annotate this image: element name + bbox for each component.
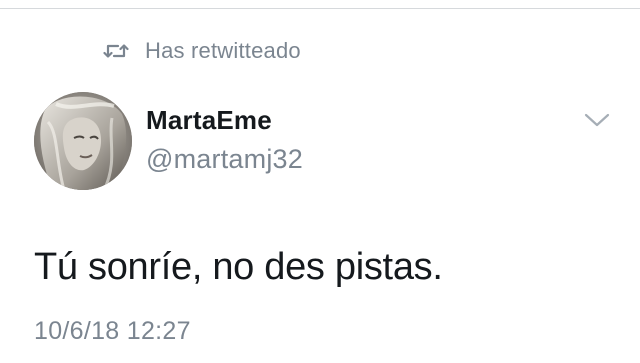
- chevron-down-icon[interactable]: [582, 110, 612, 130]
- retweet-label: Has retwitteado: [145, 38, 301, 63]
- avatar[interactable]: [34, 92, 132, 190]
- avatar-photo: [34, 92, 132, 190]
- top-divider: [0, 8, 640, 9]
- author-handle[interactable]: @martamj32: [146, 144, 303, 175]
- retweet-icon: [103, 44, 129, 58]
- tweet-timestamp[interactable]: 10/6/18 12:27: [34, 317, 191, 346]
- tweet-screen: Has retwitteado MartaEme @martamj32 Tú s…: [0, 0, 640, 363]
- author-display-name[interactable]: MartaEme: [146, 105, 272, 136]
- retweet-context: Has retwitteado: [103, 36, 301, 66]
- tweet-text: Tú sonríe, no des pistas.: [34, 246, 443, 288]
